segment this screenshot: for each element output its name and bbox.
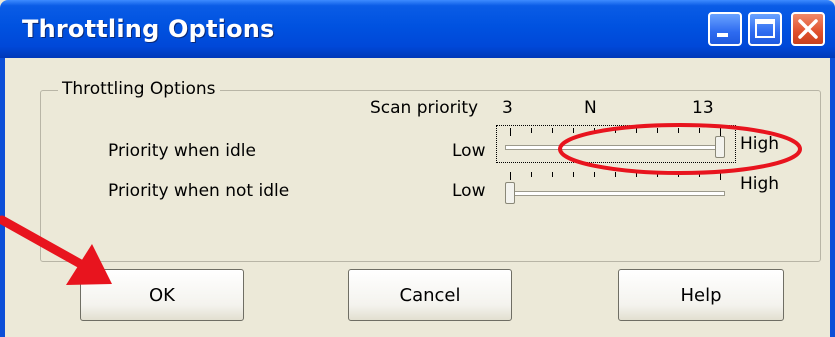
help-button[interactable]: Help bbox=[618, 269, 784, 321]
throttling-options-dialog: Throttling Options Throttling Options Sc… bbox=[0, 0, 835, 337]
slider-tick bbox=[678, 172, 679, 177]
slider-tick bbox=[720, 172, 721, 180]
maximize-button[interactable] bbox=[748, 12, 782, 46]
priority-not-idle-low-label: Low bbox=[452, 181, 486, 201]
close-button[interactable] bbox=[791, 12, 825, 46]
window-title: Throttling Options bbox=[22, 15, 275, 43]
minimize-button[interactable] bbox=[708, 12, 742, 46]
priority-idle-ticks bbox=[510, 128, 721, 136]
close-icon bbox=[798, 19, 818, 39]
priority-not-idle-ticks bbox=[510, 172, 721, 180]
maximize-icon bbox=[755, 19, 775, 38]
slider-tick bbox=[678, 128, 679, 133]
slider-tick bbox=[720, 128, 721, 136]
slider-tick bbox=[657, 172, 658, 177]
priority-idle-track bbox=[505, 145, 725, 150]
slider-tick bbox=[657, 128, 658, 133]
slider-tick bbox=[636, 128, 637, 133]
minimize-icon bbox=[717, 33, 728, 37]
slider-tick bbox=[615, 128, 616, 133]
slider-tick bbox=[552, 172, 553, 177]
window-frame-right bbox=[830, 58, 835, 337]
window-frame-left bbox=[0, 58, 5, 337]
priority-not-idle-thumb[interactable] bbox=[505, 182, 515, 204]
slider-tick bbox=[699, 172, 700, 177]
slider-tick bbox=[510, 128, 511, 136]
slider-tick bbox=[594, 128, 595, 133]
cancel-button[interactable]: Cancel bbox=[348, 269, 512, 321]
scan-priority-label: Scan priority bbox=[370, 98, 479, 118]
priority-idle-label: Priority when idle bbox=[108, 141, 256, 161]
scale-mid-label: N bbox=[584, 98, 597, 118]
priority-idle-slider[interactable] bbox=[505, 128, 725, 162]
priority-not-idle-high-label: High bbox=[740, 174, 780, 194]
priority-not-idle-label: Priority when not idle bbox=[108, 181, 290, 201]
title-bar[interactable]: Throttling Options bbox=[0, 0, 835, 58]
slider-tick bbox=[531, 172, 532, 177]
ok-button[interactable]: OK bbox=[80, 269, 244, 321]
priority-not-idle-slider[interactable] bbox=[505, 172, 725, 206]
slider-tick bbox=[573, 172, 574, 177]
slider-tick bbox=[636, 172, 637, 177]
priority-idle-thumb[interactable] bbox=[715, 136, 725, 158]
slider-tick bbox=[552, 128, 553, 133]
slider-tick bbox=[615, 172, 616, 177]
scale-min-label: 3 bbox=[502, 98, 513, 118]
slider-tick bbox=[594, 172, 595, 177]
scale-max-label: 13 bbox=[692, 98, 714, 118]
slider-tick bbox=[573, 128, 574, 133]
group-legend: Throttling Options bbox=[58, 79, 220, 99]
priority-idle-high-label: High bbox=[740, 134, 780, 154]
slider-tick bbox=[699, 128, 700, 133]
slider-tick bbox=[531, 128, 532, 133]
slider-tick bbox=[510, 172, 511, 180]
priority-not-idle-track bbox=[505, 191, 725, 196]
priority-idle-low-label: Low bbox=[452, 141, 486, 161]
